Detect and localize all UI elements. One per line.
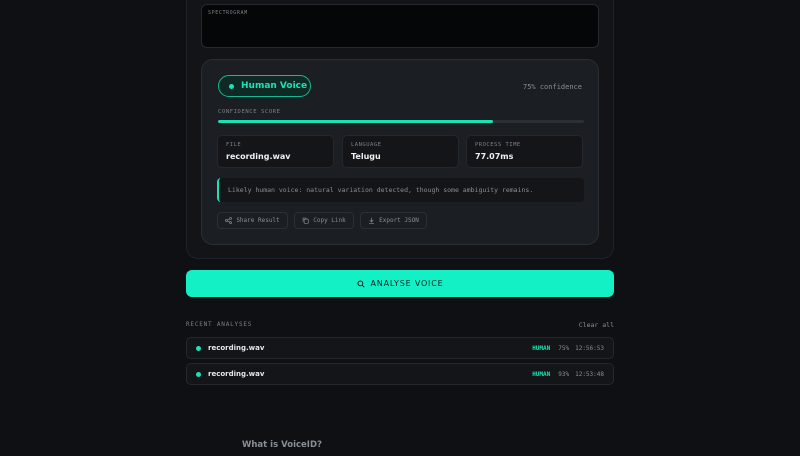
verdict-badge: Human Voice [218, 75, 311, 97]
share-icon [225, 217, 233, 224]
clear-all-button[interactable]: Clear all [579, 321, 614, 329]
footer-question: What is VoiceID? [242, 440, 322, 450]
recent-item-file: recording.wav [208, 344, 265, 352]
recent-item-file: recording.wav [208, 370, 265, 378]
copy-link-button[interactable]: Copy Link [294, 212, 354, 229]
recent-item-time: 12:53:48 [575, 370, 604, 378]
confidence-score-label: CONFIDENCE SCORE [218, 109, 281, 115]
stat-label: FILE [226, 142, 242, 148]
recent-item-tag: HUMAN [532, 344, 551, 352]
stat-label: LANGUAGE [351, 142, 382, 148]
export-json-label: Export JSON [379, 217, 419, 224]
recent-item[interactable]: recording.wav HUMAN 75% 12:56:53 [186, 337, 614, 359]
stat-value: Telugu [351, 152, 381, 161]
stat-value: 77.07ms [475, 152, 514, 161]
analyse-voice-label: ANALYSE VOICE [370, 279, 444, 288]
stat-value: recording.wav [226, 152, 291, 161]
stat-label: PROCESS TIME [475, 142, 521, 148]
confidence-bar-fill [218, 120, 493, 123]
recent-item[interactable]: recording.wav HUMAN 93% 12:53:48 [186, 363, 614, 385]
copy-link-label: Copy Link [313, 217, 346, 224]
confidence-text: 75% confidence [522, 83, 582, 91]
recent-item-percent: 93% [558, 370, 570, 378]
confidence-bar [218, 120, 584, 123]
stat-file: FILE recording.wav [217, 135, 334, 168]
recent-item-time: 12:56:53 [575, 344, 604, 352]
verdict-dot-icon [229, 83, 234, 89]
result-card: Human Voice 75% confidence CONFIDENCE SC… [201, 59, 599, 245]
verdict-text: Human Voice [241, 81, 308, 91]
download-icon [369, 217, 375, 224]
stat-process-time: PROCESS TIME 77.07ms [466, 135, 583, 168]
recent-item-percent: 75% [558, 344, 570, 352]
spectrogram-label: SPECTROGRAM [208, 10, 248, 16]
search-icon [357, 279, 365, 288]
status-dot-icon [196, 345, 201, 351]
spectrogram-panel: SPECTROGRAM [201, 4, 599, 48]
share-result-button[interactable]: Share Result [217, 212, 288, 229]
export-json-button[interactable]: Export JSON [360, 212, 427, 229]
stat-language: LANGUAGE Telugu [342, 135, 459, 168]
recent-analyses-title: RECENT ANALYSES [186, 321, 253, 328]
result-note: Likely human voice: natural variation de… [217, 178, 584, 202]
share-result-label: Share Result [236, 217, 280, 224]
analyse-voice-button[interactable]: ANALYSE VOICE [186, 270, 614, 297]
status-dot-icon [196, 371, 201, 377]
recent-item-tag: HUMAN [532, 370, 551, 378]
copy-icon [302, 217, 309, 224]
